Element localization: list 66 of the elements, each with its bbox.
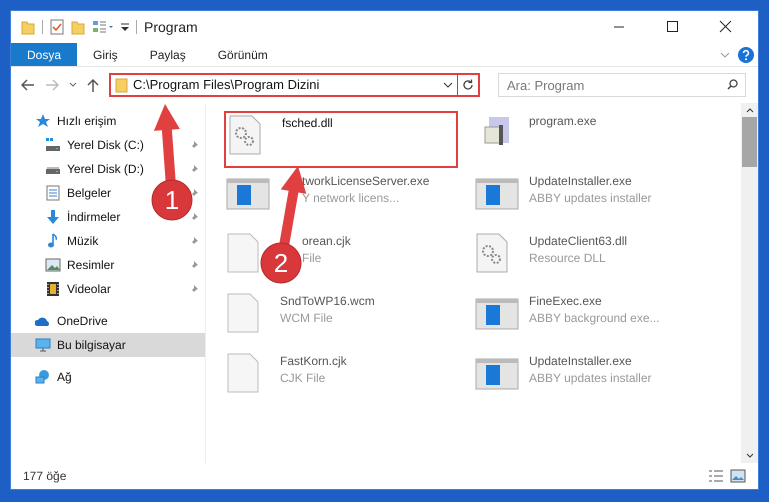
file-type: CJK File: [280, 370, 326, 387]
file-name: UpdateInstaller.exe: [529, 173, 633, 190]
file-type: WCM File: [280, 310, 334, 327]
ribbon-tab[interactable]: Paylaş: [134, 43, 202, 66]
view-options-icon[interactable]: [92, 20, 114, 34]
file-name: FineExec.exe: [529, 293, 603, 310]
image-icon: [45, 257, 61, 273]
scroll-up-icon[interactable]: [746, 107, 754, 113]
file-type: ABBY updates installer: [529, 190, 652, 207]
file-name: program.exe: [529, 113, 596, 130]
step-number-badge: 1: [152, 180, 192, 220]
file-type: ABBY updates installer: [529, 370, 652, 387]
nav-item[interactable]: Yerel Disk (D:): [67, 160, 144, 178]
up-arrow-icon[interactable]: [87, 78, 99, 92]
properties-icon[interactable]: [50, 19, 64, 35]
ribbon-tab[interactable]: Görünüm: [202, 43, 284, 66]
network-icon: [35, 369, 51, 385]
folder-icon: [115, 78, 128, 92]
help-icon[interactable]: [738, 46, 754, 62]
file-name: orean.cjk: [302, 233, 351, 250]
scrollbar-thumb[interactable]: [742, 117, 757, 167]
file-type: Resource DLL: [529, 250, 607, 267]
star-icon: [35, 113, 51, 129]
file-type: ABBY background exe...: [529, 310, 660, 327]
item-count: 177 öğe: [23, 468, 66, 485]
film-strip-icon: [45, 281, 61, 297]
search-icon: [727, 79, 738, 90]
nav-item[interactable]: İndirmeler: [67, 208, 120, 226]
window-title: Program: [144, 18, 198, 37]
drive-icon: [45, 137, 61, 153]
file-name: UpdateInstaller.exe: [529, 353, 633, 370]
nav-item[interactable]: Bu bilgisayar: [11, 333, 205, 357]
nav-item[interactable]: Ağ: [57, 368, 72, 386]
document-icon: [45, 185, 61, 201]
ribbon-tab[interactable]: Dosya: [11, 43, 78, 66]
back-arrow-icon[interactable]: [21, 79, 35, 91]
file-name: fsched.dll: [282, 115, 333, 132]
nav-item[interactable]: Resimler: [67, 256, 114, 274]
dropdown-icon[interactable]: [443, 81, 453, 89]
nav-item[interactable]: Belgeler: [67, 184, 112, 202]
file-name: SndToWP16.wcm: [280, 293, 375, 310]
download-arrow-icon: [45, 209, 61, 225]
scroll-down-icon[interactable]: [746, 453, 754, 459]
monitor-icon: [35, 337, 51, 353]
address-path: C:\Program Files\Program Dizini: [133, 76, 320, 94]
nav-item[interactable]: Yerel Disk (C:): [67, 136, 144, 154]
file-name: FastKorn.cjk: [280, 353, 347, 370]
nav-item[interactable]: Müzik: [67, 232, 98, 250]
ribbon-tab[interactable]: Giriş: [77, 43, 134, 66]
step-number-badge: 2: [260, 242, 302, 284]
recent-locations-icon[interactable]: [69, 82, 77, 88]
search-field[interactable]: Ara: Program: [498, 73, 746, 97]
details-view-icon[interactable]: [708, 469, 724, 483]
nav-item[interactable]: Videolar: [67, 280, 111, 298]
large-icons-view-icon[interactable]: [730, 469, 746, 483]
file-type: File: [302, 250, 322, 267]
scrollbar[interactable]: [741, 103, 758, 463]
file-name: UpdateClient63.dll: [529, 233, 628, 250]
address-bar[interactable]: C:\Program Files\Program Dizini: [109, 73, 480, 97]
dropdown-icon[interactable]: [121, 22, 129, 32]
file-name: tworkLicenseServer.exe: [302, 173, 430, 190]
nav-item[interactable]: OneDrive: [57, 312, 108, 330]
refresh-icon[interactable]: [462, 79, 474, 91]
expand-ribbon-icon[interactable]: [720, 50, 730, 58]
nav-item[interactable]: Hızlı erişim: [57, 112, 116, 130]
file-type: Y network licens...: [302, 190, 400, 207]
